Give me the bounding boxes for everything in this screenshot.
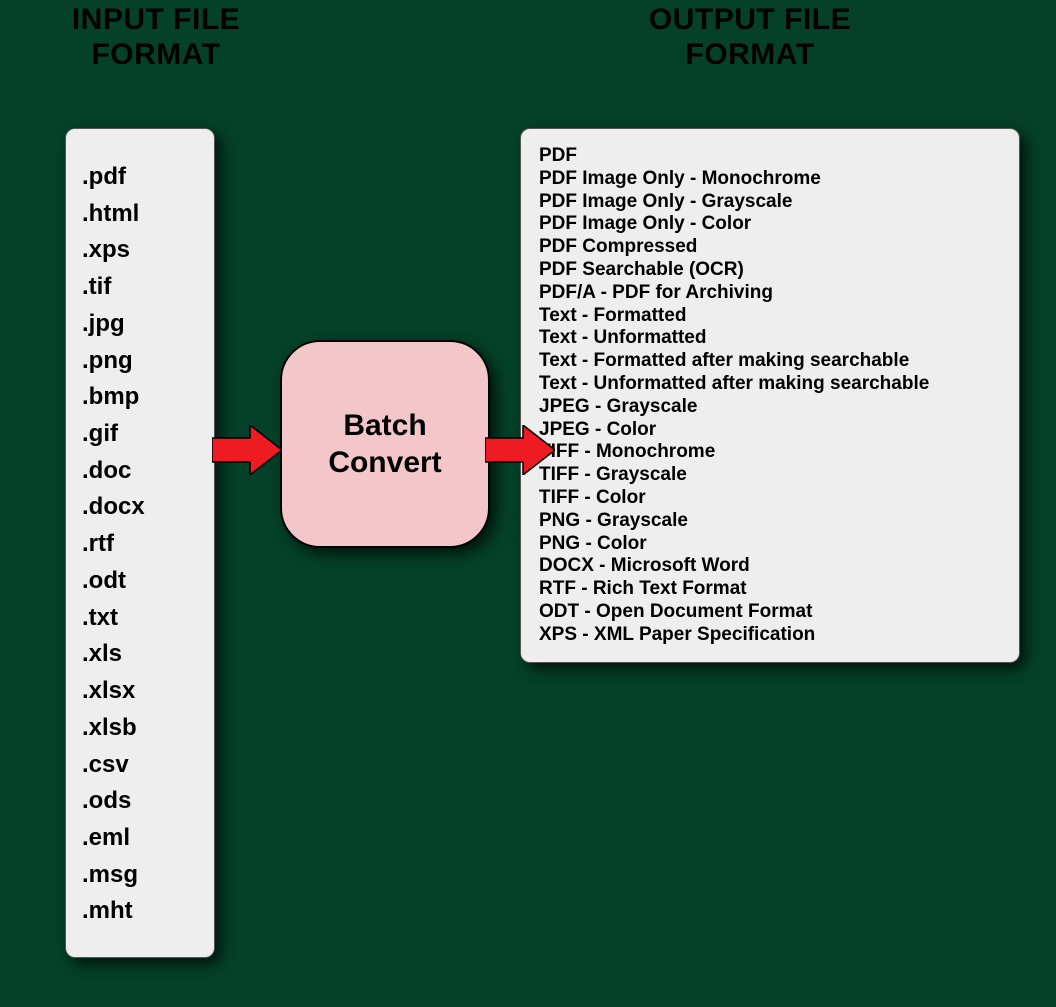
output-format-item: PDF Image Only - Grayscale	[539, 191, 1001, 214]
arrow-right-icon	[485, 425, 555, 475]
output-format-item: PDF Image Only - Color	[539, 213, 1001, 236]
input-heading: INPUT FILE FORMAT	[26, 3, 286, 72]
output-format-item: PNG - Grayscale	[539, 510, 1001, 533]
output-format-item: PNG - Color	[539, 533, 1001, 556]
input-format-item: .doc	[82, 453, 198, 490]
output-format-item: Text - Unformatted after making searchab…	[539, 373, 1001, 396]
input-format-item: .mht	[82, 893, 198, 930]
input-format-item: .tif	[82, 269, 198, 306]
input-format-item: .ods	[82, 783, 198, 820]
output-format-item: PDF Compressed	[539, 236, 1001, 259]
output-format-item: PDF/A - PDF for Archiving	[539, 282, 1001, 305]
batch-convert-label: Batch Convert	[328, 407, 441, 482]
input-format-item: .eml	[82, 820, 198, 857]
input-format-item: .xlsb	[82, 710, 198, 747]
output-format-item: PDF	[539, 145, 1001, 168]
batch-convert-box: Batch Convert	[280, 340, 490, 548]
input-format-item: .xlsx	[82, 673, 198, 710]
output-format-item: Text - Formatted	[539, 305, 1001, 328]
input-formats-panel: .pdf.html.xps.tif.jpg.png.bmp.gif.doc.do…	[65, 128, 215, 958]
output-format-item: JPEG - Grayscale	[539, 396, 1001, 419]
input-format-item: .pdf	[82, 159, 198, 196]
input-format-item: .jpg	[82, 306, 198, 343]
input-format-item: .bmp	[82, 379, 198, 416]
output-format-item: Text - Unformatted	[539, 327, 1001, 350]
input-format-item: .rtf	[82, 526, 198, 563]
output-format-item: TIFF - Color	[539, 487, 1001, 510]
input-format-item: .docx	[82, 489, 198, 526]
output-format-item: Text - Formatted after making searchable	[539, 350, 1001, 373]
input-format-item: .xps	[82, 232, 198, 269]
input-format-item: .odt	[82, 563, 198, 600]
output-format-item: JPEG - Color	[539, 419, 1001, 442]
output-formats-panel: PDFPDF Image Only - MonochromePDF Image …	[520, 128, 1020, 663]
input-format-item: .csv	[82, 747, 198, 784]
output-format-item: RTF - Rich Text Format	[539, 578, 1001, 601]
output-format-item: PDF Image Only - Monochrome	[539, 168, 1001, 191]
input-format-item: .png	[82, 343, 198, 380]
output-format-item: XPS - XML Paper Specification	[539, 624, 1001, 647]
input-format-item: .txt	[82, 600, 198, 637]
input-format-item: .xls	[82, 636, 198, 673]
output-format-item: TIFF - Monochrome	[539, 441, 1001, 464]
output-format-item: ODT - Open Document Format	[539, 601, 1001, 624]
input-format-item: .gif	[82, 416, 198, 453]
output-format-item: PDF Searchable (OCR)	[539, 259, 1001, 282]
output-heading: OUTPUT FILE FORMAT	[580, 3, 920, 72]
output-format-item: TIFF - Grayscale	[539, 464, 1001, 487]
input-format-item: .msg	[82, 857, 198, 894]
input-format-item: .html	[82, 196, 198, 233]
arrow-right-icon	[212, 425, 282, 475]
output-format-item: DOCX - Microsoft Word	[539, 555, 1001, 578]
